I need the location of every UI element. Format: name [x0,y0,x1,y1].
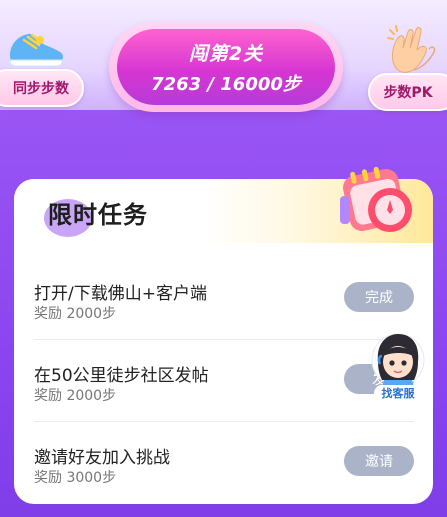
task-invite-button[interactable]: 邀请 [344,446,414,476]
sync-steps-button[interactable]: 同步步数 [0,69,84,107]
sync-steps-label: 同步步数 [13,81,69,97]
level-badge: 闯第2关 7263 / 16000步 [109,22,343,112]
clapping-hands-icon [387,25,436,73]
task-name: 邀请好友加入挑战 [34,448,170,468]
customer-service-label[interactable]: 找客服 [374,385,422,401]
calendar-clock-icon [340,166,412,232]
sneaker-icon [9,33,63,67]
tasks-card-title: 限时任务 [48,201,148,229]
task-name: 在50公里徒步社区发帖 [34,366,209,386]
level-title: 闯第2关 [188,42,264,65]
task-item-invite: 邀请好友加入挑战 奖励 3000步 邀请 [14,421,433,503]
task-reward: 奖励 3000步 [34,470,117,486]
level-steps: 7263 / 16000步 [151,73,301,95]
task-complete-button[interactable]: 完成 [344,282,414,312]
level-badge-inner: 闯第2关 7263 / 16000步 [117,29,335,105]
task-reward: 奖励 2000步 [34,306,117,322]
steps-pk-button[interactable]: 步数PK [368,73,447,111]
task-reward: 奖励 2000步 [34,388,117,404]
task-name: 打开/下载佛山+客户端 [34,284,207,304]
steps-pk-label: 步数PK [383,85,433,101]
task-item-download: 打开/下载佛山+客户端 奖励 2000步 完成 [14,257,433,339]
